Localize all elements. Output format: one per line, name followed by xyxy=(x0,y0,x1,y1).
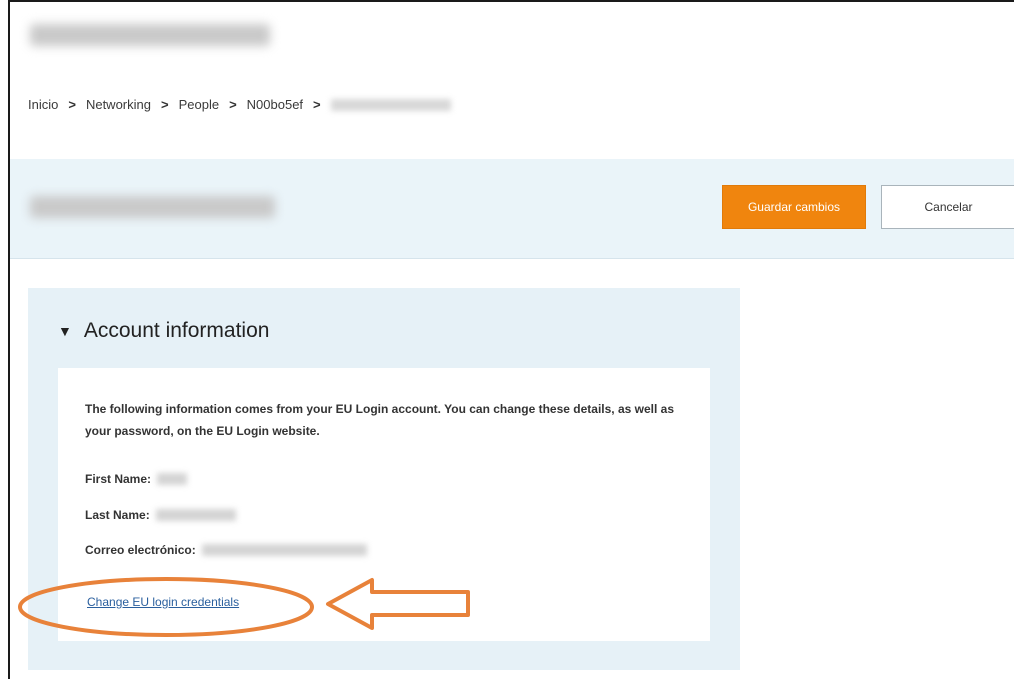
page-header: Guardar cambios Cancelar xyxy=(10,159,1014,259)
chevron-right-icon: > xyxy=(229,97,237,112)
save-button[interactable]: Guardar cambios xyxy=(722,185,866,229)
redacted-page-title xyxy=(30,24,270,46)
breadcrumb-item-inicio[interactable]: Inicio xyxy=(28,97,58,112)
breadcrumb-item-user[interactable]: N00bo5ef xyxy=(247,97,303,112)
redacted-email xyxy=(201,544,367,556)
account-information-panel: ▼ Account information The following info… xyxy=(28,288,740,670)
account-section-toggle[interactable]: ▼ Account information xyxy=(58,319,269,343)
email-row: Correo electrónico: xyxy=(85,543,367,557)
chevron-right-icon: > xyxy=(313,97,321,112)
change-eu-login-link[interactable]: Change EU login credentials xyxy=(87,595,239,609)
chevron-right-icon: > xyxy=(68,97,76,112)
account-section-title: Account information xyxy=(83,319,270,342)
chevron-right-icon: > xyxy=(160,97,169,112)
redacted-last-name xyxy=(155,509,236,521)
redacted-first-name xyxy=(157,473,188,485)
caret-down-icon: ▼ xyxy=(58,323,72,339)
redacted-profile-name xyxy=(30,196,275,218)
last-name-row: Last Name: xyxy=(85,508,236,522)
cancel-button[interactable]: Cancelar xyxy=(881,185,1014,229)
first-name-label: First Name: xyxy=(85,472,152,486)
page-frame: Inicio > Networking > People > N00bo5ef … xyxy=(8,0,1014,679)
account-details-card: The following information comes from you… xyxy=(58,368,710,641)
breadcrumb-item-networking[interactable]: Networking xyxy=(86,97,151,112)
breadcrumb-item-people[interactable]: People xyxy=(179,97,219,112)
first-name-row: First Name: xyxy=(85,472,188,486)
email-label: Correo electrónico: xyxy=(85,543,196,557)
account-intro-text: The following information comes from you… xyxy=(85,402,674,438)
redacted-breadcrumb-current xyxy=(330,98,451,111)
breadcrumb: Inicio > Networking > People > N00bo5ef … xyxy=(28,97,451,112)
last-name-label: Last Name: xyxy=(85,508,150,522)
